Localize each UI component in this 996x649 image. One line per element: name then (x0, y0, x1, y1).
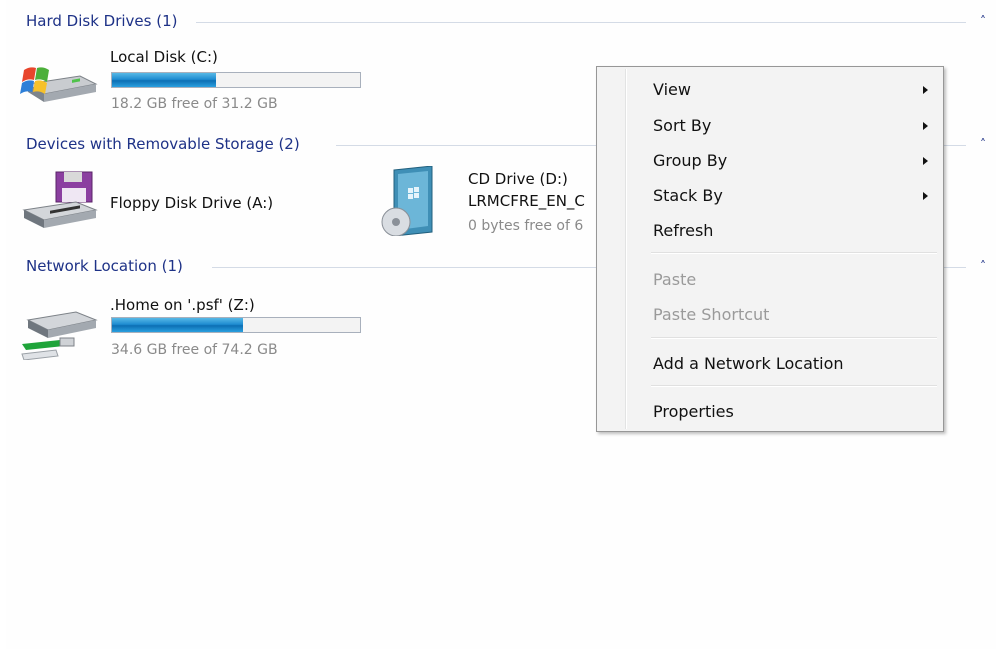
menu-item-sort-by[interactable]: Sort By (600, 110, 940, 140)
menu-item-view[interactable]: View (600, 74, 940, 104)
menu-item-paste-shortcut[interactable]: Paste Shortcut (600, 299, 940, 329)
network-drive-icon (21, 311, 98, 360)
drive-item-cd-d[interactable]: CD Drive (D:) LRMCFRE_EN_C 0 bytes free … (376, 166, 606, 242)
drive-name: .Home on '.psf' (Z:) (110, 296, 255, 314)
submenu-arrow-icon (923, 86, 928, 94)
menu-item-label: Refresh (653, 221, 714, 240)
floppy-drive-icon (22, 171, 98, 228)
menu-item-label: Paste Shortcut (653, 305, 770, 324)
menu-item-paste[interactable]: Paste (600, 264, 940, 294)
group-title: Devices with Removable Storage (2) (26, 135, 306, 153)
drive-name: Local Disk (C:) (110, 48, 218, 66)
menu-item-label: Paste (653, 270, 697, 289)
collapse-chevron-icon[interactable]: ˄ (976, 12, 990, 28)
drive-name: CD Drive (D:) (468, 170, 568, 188)
menu-item-refresh[interactable]: Refresh (600, 215, 940, 245)
drive-volume-label: LRMCFRE_EN_C (468, 192, 585, 210)
free-space-text: 34.6 GB free of 74.2 GB (111, 342, 278, 358)
capacity-bar-fill (112, 318, 244, 332)
menu-item-group-by[interactable]: Group By (600, 145, 940, 175)
group-title: Network Location (1) (26, 257, 189, 275)
menu-item-label: View (653, 80, 691, 99)
capacity-bar-fill (112, 73, 217, 87)
menu-separator (651, 337, 937, 339)
free-space-text: 18.2 GB free of 31.2 GB (111, 96, 278, 112)
context-menu: View Sort By Group By Stack By Refresh P… (596, 66, 944, 432)
group-header-hard-disk-drives[interactable]: Hard Disk Drives (1) ˄ (26, 12, 990, 32)
menu-separator (651, 252, 937, 254)
group-title: Hard Disk Drives (1) (26, 12, 184, 30)
menu-item-label: Group By (653, 151, 728, 170)
menu-item-stack-by[interactable]: Stack By (600, 180, 940, 210)
menu-item-add-network-location[interactable]: Add a Network Location (600, 348, 940, 378)
menu-item-label: Properties (653, 402, 734, 421)
cd-drive-icon (381, 166, 433, 236)
menu-item-label: Stack By (653, 186, 723, 205)
group-divider (196, 22, 966, 23)
menu-item-label: Add a Network Location (653, 354, 844, 373)
submenu-arrow-icon (923, 192, 928, 200)
drive-item-network-z[interactable]: .Home on '.psf' (Z:) 34.6 GB free of 74.… (20, 290, 361, 366)
drive-item-local-disk-c[interactable]: Local Disk (C:) 18.2 GB free of 31.2 GB (20, 44, 361, 120)
hard-drive-icon (20, 67, 98, 102)
menu-item-label: Sort By (653, 116, 712, 135)
drive-item-floppy-a[interactable]: Floppy Disk Drive (A:) (20, 166, 320, 242)
menu-item-properties[interactable]: Properties (600, 396, 940, 426)
collapse-chevron-icon[interactable]: ˄ (976, 135, 990, 151)
collapse-chevron-icon[interactable]: ˄ (976, 257, 990, 273)
drive-name: Floppy Disk Drive (A:) (110, 194, 274, 212)
free-space-text: 0 bytes free of 6 (468, 218, 584, 234)
capacity-bar (111, 72, 361, 88)
submenu-arrow-icon (923, 122, 928, 130)
menu-separator (651, 385, 937, 387)
capacity-bar (111, 317, 361, 333)
submenu-arrow-icon (923, 157, 928, 165)
